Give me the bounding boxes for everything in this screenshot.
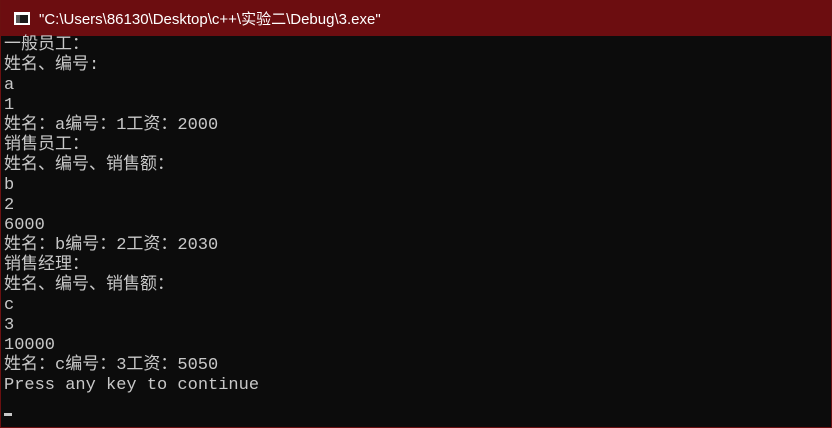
console-line: 一般员工：: [4, 36, 89, 55]
title-bar[interactable]: "C:\Users\86130\Desktop\c++\实验二\Debug\3.…: [1, 0, 831, 36]
console-line: 2: [4, 196, 15, 215]
console-line: 10000: [4, 336, 56, 355]
console-line: 1: [4, 96, 15, 115]
console-output[interactable]: 一般员工： 姓名、编号: a 1 姓名：a编号：1工资：2000 销售员工： 姓名、编号、销…: [4, 36, 831, 427]
console-line: b: [4, 176, 15, 195]
console-line: 6000: [4, 216, 45, 235]
console-line: 姓名：b编号：2工资：2030: [4, 236, 219, 255]
window-title: "C:\Users\86130\Desktop\c++\实验二\Debug\3.…: [39, 10, 381, 28]
console-line: 3: [4, 316, 15, 335]
console-line: 姓名、编号、销售额：: [4, 156, 174, 175]
console-window: "C:\Users\86130\Desktop\c++\实验二\Debug\3.…: [0, 0, 832, 428]
console-line: 销售员工：: [4, 136, 89, 155]
console-line: 姓名、编号:: [4, 56, 100, 75]
console-window-icon: [14, 11, 30, 25]
console-line: 姓名：c编号：3工资：5050: [4, 356, 219, 375]
console-line: 姓名、编号、销售额：: [4, 276, 174, 295]
console-line: 姓名：a编号：1工资：2000: [4, 116, 219, 135]
text-cursor: [4, 413, 12, 416]
console-cursor-line: [4, 396, 831, 416]
console-line: 销售经理：: [4, 256, 89, 275]
console-line: c: [4, 296, 15, 315]
console-line: Press any key to continue: [4, 376, 260, 395]
console-line: a: [4, 76, 15, 95]
